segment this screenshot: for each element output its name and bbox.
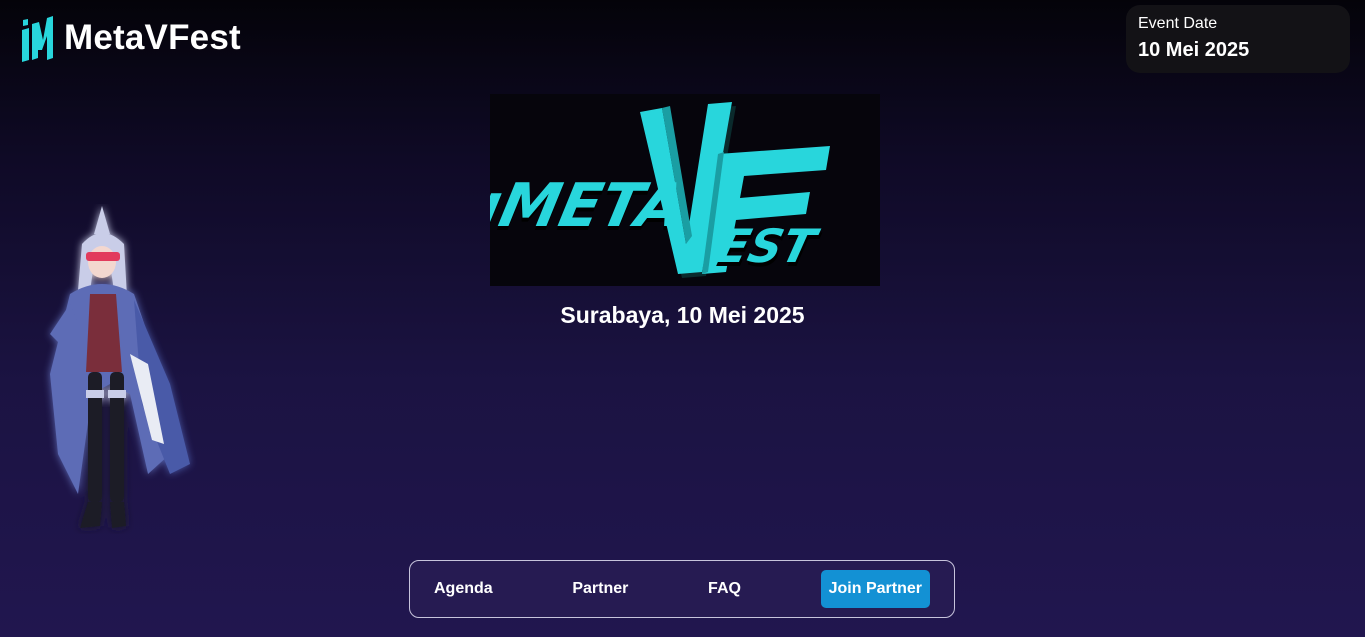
svg-text:ıMETA: ıMETA bbox=[490, 172, 691, 241]
event-date-label: Event Date bbox=[1138, 15, 1218, 32]
nav-item-faq[interactable]: FAQ bbox=[708, 580, 741, 598]
nav-item-agenda[interactable]: Agenda bbox=[434, 580, 493, 598]
brand-logo[interactable]: MetaVFest bbox=[20, 14, 241, 62]
event-date-value: 10 Mei 2025 bbox=[1138, 39, 1250, 61]
metavfest-logo-icon bbox=[22, 16, 53, 62]
mascot-character-image bbox=[50, 206, 190, 528]
join-partner-button[interactable]: Join Partner bbox=[820, 570, 930, 608]
brand-name: MetaVFest bbox=[64, 18, 241, 57]
metavfest-wordmark-image: ıMETA ıMETA EST EST bbox=[490, 102, 830, 278]
hero-logo-graphic: ıMETA ıMETA EST EST bbox=[490, 94, 880, 286]
svg-text:EST: EST bbox=[711, 221, 823, 274]
event-date-card: Event Date 10 Mei 2025 bbox=[1126, 5, 1350, 73]
nav-item-partner[interactable]: Partner bbox=[572, 580, 628, 598]
bottom-nav: Agenda Partner FAQ Join Partner bbox=[409, 560, 955, 618]
mascot-character-illustration bbox=[30, 204, 200, 534]
hero-subtitle: Surabaya, 10 Mei 2025 bbox=[560, 302, 805, 328]
